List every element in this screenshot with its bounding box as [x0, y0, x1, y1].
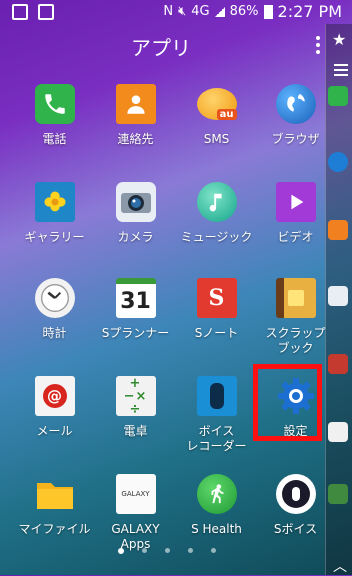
- page-title: アプリ: [131, 36, 191, 60]
- calculator-icon: +−×÷: [115, 376, 156, 416]
- page-dot[interactable]: [211, 548, 216, 553]
- gallery-flower-icon: [34, 182, 75, 222]
- microphone-icon: [196, 376, 237, 416]
- app-sms[interactable]: au SMS: [176, 84, 257, 147]
- app-label: ギャラリー: [24, 230, 85, 244]
- email-icon: @: [34, 376, 75, 416]
- app-label: スクラップ ブック: [265, 326, 326, 355]
- app-label: Sプランナー: [101, 326, 170, 340]
- sms-icon: au: [196, 84, 237, 124]
- scrapbook-icon: [275, 278, 316, 318]
- page-dot[interactable]: [142, 548, 147, 553]
- camera-icon: [115, 182, 156, 222]
- snote-icon: S: [196, 278, 237, 318]
- chevron-up-icon[interactable]: ︿: [333, 556, 347, 576]
- app-label: 電話: [42, 132, 67, 146]
- signal-icon: [214, 6, 225, 17]
- clock-icon: [34, 278, 75, 318]
- settings-highlight-box: [253, 364, 322, 441]
- app-voice-recorder[interactable]: ボイス レコーダー: [176, 376, 257, 454]
- video-play-icon: [275, 182, 316, 222]
- app-label: Sボイス: [273, 522, 318, 536]
- app-label: ミュージック: [180, 230, 253, 244]
- edge-menu-icon[interactable]: [334, 64, 348, 79]
- s-voice-mic-icon: [275, 474, 316, 514]
- edge-browser-icon[interactable]: [328, 152, 348, 172]
- app-gallery[interactable]: ギャラリー: [14, 182, 95, 245]
- page-dot[interactable]: [188, 548, 193, 553]
- app-label: 連絡先: [117, 132, 154, 146]
- app-video[interactable]: ビデオ: [255, 182, 336, 245]
- app-my-files[interactable]: マイファイル: [14, 474, 95, 537]
- app-label: Sノート: [194, 326, 239, 340]
- app-splanner[interactable]: 31 Sプランナー: [95, 278, 176, 341]
- contacts-icon: [115, 84, 156, 124]
- favorite-star-icon[interactable]: ★: [332, 30, 346, 49]
- edge-app-icon[interactable]: [328, 354, 348, 374]
- clock: 2:27 PM: [277, 2, 342, 21]
- app-phone[interactable]: 電話: [14, 84, 95, 147]
- battery-icon: [263, 4, 273, 19]
- battery-percent: 86%: [229, 4, 259, 19]
- app-galaxy-apps[interactable]: GALAXY GALAXY Apps: [95, 474, 176, 552]
- app-s-voice[interactable]: Sボイス: [255, 474, 336, 537]
- app-grid: 電話 連絡先 au SMS ブラウザ ギャラリー カメラ ミュージック ビデオ …: [0, 78, 326, 551]
- app-scrapbook[interactable]: スクラップ ブック: [255, 278, 336, 356]
- page-dot[interactable]: [165, 548, 170, 553]
- phone-icon: [34, 84, 75, 124]
- app-label: マイファイル: [18, 522, 91, 536]
- app-label: ブラウザ: [271, 132, 320, 146]
- galaxy-apps-icon: GALAXY: [115, 474, 156, 514]
- app-label: 電卓: [123, 424, 148, 438]
- status-indicators: N 🔇︎ 4G 86% 2:27 PM: [163, 2, 342, 21]
- calendar-icon: 31: [115, 278, 156, 318]
- app-calculator[interactable]: +−×÷ 電卓: [95, 376, 176, 439]
- page-dot-active[interactable]: [118, 548, 124, 554]
- globe-icon: [275, 84, 316, 124]
- folder-icon: [35, 474, 75, 514]
- network-type: 4G: [191, 4, 210, 19]
- app-email[interactable]: @ メール: [14, 376, 95, 439]
- nfc-icon: N: [163, 4, 174, 19]
- app-browser[interactable]: ブラウザ: [255, 84, 336, 147]
- running-person-icon: [196, 474, 237, 514]
- app-label: ビデオ: [277, 230, 314, 244]
- app-label: ボイス レコーダー: [186, 424, 247, 453]
- status-bar: N 🔇︎ 4G 86% 2:27 PM: [0, 0, 352, 24]
- music-note-icon: [196, 182, 237, 222]
- app-notification-icon: [38, 4, 54, 20]
- app-music[interactable]: ミュージック: [176, 182, 257, 245]
- app-contacts[interactable]: 連絡先: [95, 84, 176, 147]
- app-camera[interactable]: カメラ: [95, 182, 176, 245]
- app-label: メール: [36, 424, 73, 438]
- app-label: S Health: [191, 522, 242, 536]
- mute-icon: 🔇︎: [178, 4, 187, 19]
- app-label: SMS: [203, 132, 230, 146]
- page-indicator: [118, 548, 216, 554]
- app-label: 時計: [42, 326, 67, 340]
- app-snote[interactable]: S Sノート: [176, 278, 257, 341]
- app-s-health[interactable]: S Health: [176, 474, 257, 537]
- app-label: カメラ: [117, 230, 154, 244]
- app-clock[interactable]: 時計: [14, 278, 95, 341]
- more-options-icon[interactable]: [316, 36, 320, 54]
- screenshot-notification-icon: [12, 4, 28, 20]
- notification-icons: [12, 4, 54, 20]
